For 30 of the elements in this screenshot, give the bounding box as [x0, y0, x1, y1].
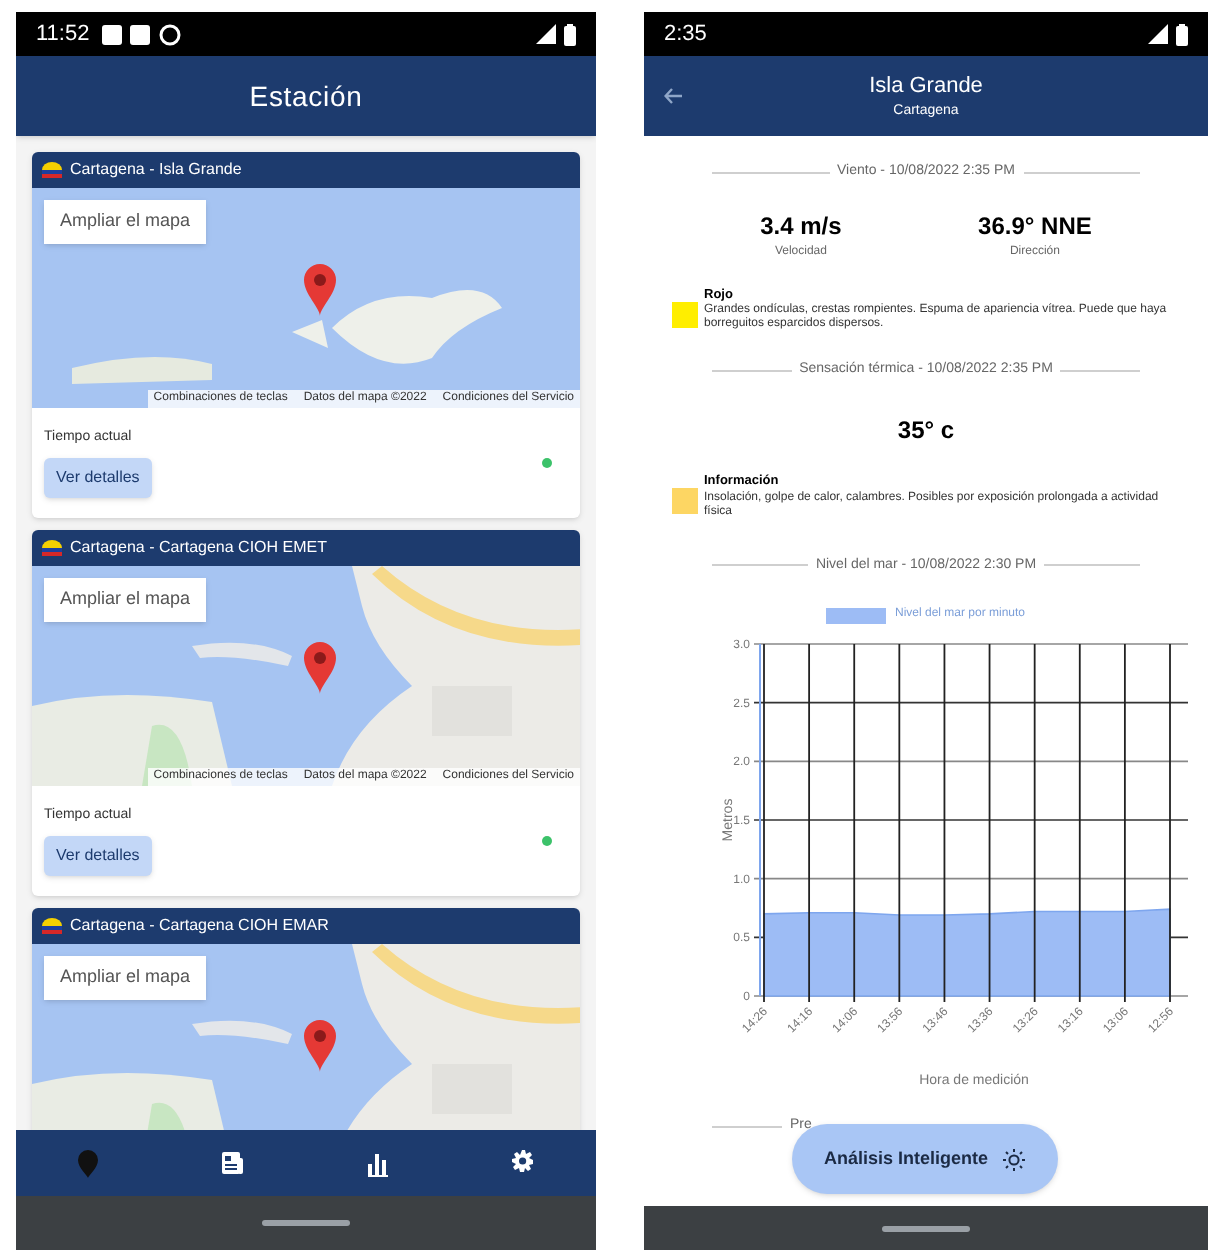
battery-icon	[564, 23, 576, 45]
flag-icon	[42, 918, 62, 934]
details-button[interactable]: Ver detalles	[44, 458, 152, 499]
screen-title: Estación	[249, 77, 363, 115]
notification-icons	[101, 23, 186, 45]
reading-value: 36.9° NNE	[978, 209, 1092, 243]
flag-icon	[42, 540, 62, 556]
reading-value: 3.4 m/s	[760, 209, 842, 243]
map-button[interactable]: Ampliar el mapa	[44, 956, 207, 999]
home-handle[interactable]	[882, 1225, 970, 1231]
sun-icon	[1002, 1147, 1027, 1171]
bar-chart-icon[interactable]	[365, 1148, 392, 1178]
map-button[interactable]: Ampliar el mapa	[44, 200, 207, 243]
details-button[interactable]: Ver detalles	[44, 836, 152, 877]
signal-icon	[1148, 24, 1168, 44]
clock: 2:35	[664, 19, 707, 50]
home-handle[interactable]	[262, 1220, 350, 1226]
battery-icon	[1176, 23, 1188, 45]
station-title: Cartagena - Cartagena CIOH EMAR	[70, 914, 329, 938]
newspaper-icon[interactable]	[220, 1148, 247, 1178]
screen-title: Isla Grande	[869, 71, 983, 101]
signal-icon	[536, 24, 556, 44]
clock: 11:52	[36, 19, 90, 50]
temperature-value: 35° c	[897, 413, 955, 448]
settings-icon[interactable]	[510, 1148, 537, 1178]
flag-icon	[42, 162, 62, 178]
station-title: Cartagena - Cartagena CIOH EMET	[70, 536, 327, 560]
station-title: Cartagena - Isla Grande	[70, 158, 242, 182]
back-icon[interactable]	[664, 88, 682, 104]
map-button[interactable]: Ampliar el mapa	[44, 578, 207, 621]
